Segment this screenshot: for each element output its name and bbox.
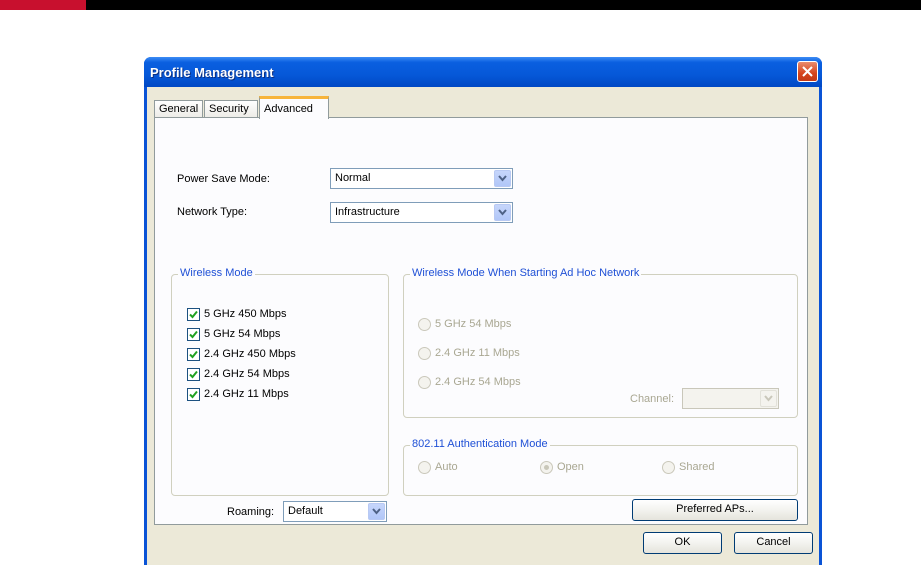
radio-button[interactable] bbox=[418, 461, 431, 474]
checkbox[interactable] bbox=[187, 328, 200, 341]
preferred-aps-button[interactable]: Preferred APs... bbox=[632, 499, 798, 521]
ok-button[interactable]: OK bbox=[643, 532, 722, 554]
power-save-mode-select[interactable]: Normal bbox=[330, 168, 513, 189]
checkbox-label: 5 GHz 54 Mbps bbox=[204, 328, 281, 340]
chevron-down-icon[interactable] bbox=[368, 503, 385, 520]
checkmark-icon bbox=[189, 350, 198, 359]
checkbox-label: 2.4 GHz 11 Mbps bbox=[204, 388, 289, 400]
tab-security[interactable]: Security bbox=[204, 100, 258, 118]
dialog-client-area: General Security Advanced Power Save Mod… bbox=[147, 87, 819, 565]
checkbox[interactable] bbox=[187, 368, 200, 381]
dialog-title: Profile Management bbox=[150, 65, 274, 80]
adhoc-mode-group: Wireless Mode When Starting Ad Hoc Netwo… bbox=[403, 267, 798, 418]
radio-label: 5 GHz 54 Mbps bbox=[435, 318, 512, 330]
radio-button[interactable] bbox=[418, 318, 431, 331]
chevron-down-icon[interactable] bbox=[760, 390, 777, 407]
roaming-select[interactable]: Default bbox=[283, 501, 387, 522]
radio-label: Open bbox=[557, 461, 584, 473]
checkmark-icon bbox=[189, 330, 198, 339]
checkbox[interactable] bbox=[187, 348, 200, 361]
radio-button[interactable] bbox=[418, 347, 431, 360]
close-icon bbox=[802, 66, 813, 77]
wireless-mode-group: Wireless Mode 5 GHz 450 Mbps 5 GHz 54 Mb… bbox=[171, 267, 389, 496]
channel-select[interactable] bbox=[682, 388, 779, 409]
radio-button-selected[interactable] bbox=[540, 461, 553, 474]
network-type-select[interactable]: Infrastructure bbox=[330, 202, 513, 223]
tab-general[interactable]: General bbox=[154, 100, 203, 118]
chevron-down-icon[interactable] bbox=[494, 204, 511, 221]
power-save-mode-value: Normal bbox=[335, 172, 371, 184]
wireless-mode-legend: Wireless Mode bbox=[178, 267, 255, 279]
tab-advanced[interactable]: Advanced bbox=[259, 96, 329, 119]
page-accent-stripe bbox=[0, 0, 86, 10]
roaming-value: Default bbox=[288, 505, 323, 517]
checkbox-label: 5 GHz 450 Mbps bbox=[204, 308, 287, 320]
chevron-down-icon[interactable] bbox=[494, 170, 511, 187]
radio-label: Shared bbox=[679, 461, 715, 473]
channel-label: Channel: bbox=[630, 393, 675, 405]
roaming-label: Roaming: bbox=[227, 506, 275, 518]
power-save-mode-label: Power Save Mode: bbox=[177, 173, 270, 185]
radio-button[interactable] bbox=[418, 376, 431, 389]
checkbox-label: 2.4 GHz 450 Mbps bbox=[204, 348, 296, 360]
profile-management-dialog: Profile Management General Security Adva… bbox=[144, 57, 822, 565]
auth-mode-group: 802.11 Authentication Mode Auto Open Sha… bbox=[403, 438, 798, 496]
adhoc-mode-legend: Wireless Mode When Starting Ad Hoc Netwo… bbox=[410, 267, 642, 279]
network-type-label: Network Type: bbox=[177, 206, 248, 218]
network-type-value: Infrastructure bbox=[335, 206, 400, 218]
checkbox-label: 2.4 GHz 54 Mbps bbox=[204, 368, 290, 380]
radio-button[interactable] bbox=[662, 461, 675, 474]
checkmark-icon bbox=[189, 390, 198, 399]
close-button[interactable] bbox=[797, 61, 818, 82]
radio-selected-dot bbox=[544, 465, 549, 470]
checkmark-icon bbox=[189, 310, 198, 319]
checkmark-icon bbox=[189, 370, 198, 379]
radio-label: 2.4 GHz 11 Mbps bbox=[435, 347, 520, 359]
radio-label: Auto bbox=[435, 461, 458, 473]
checkbox[interactable] bbox=[187, 308, 200, 321]
auth-mode-legend: 802.11 Authentication Mode bbox=[410, 438, 550, 450]
checkbox[interactable] bbox=[187, 388, 200, 401]
radio-label: 2.4 GHz 54 Mbps bbox=[435, 376, 521, 388]
cancel-button[interactable]: Cancel bbox=[734, 532, 813, 554]
advanced-tab-panel: Power Save Mode: Normal Network Type: In… bbox=[154, 117, 808, 525]
title-bar[interactable]: Profile Management bbox=[144, 57, 822, 87]
page-top-bar bbox=[0, 0, 921, 10]
